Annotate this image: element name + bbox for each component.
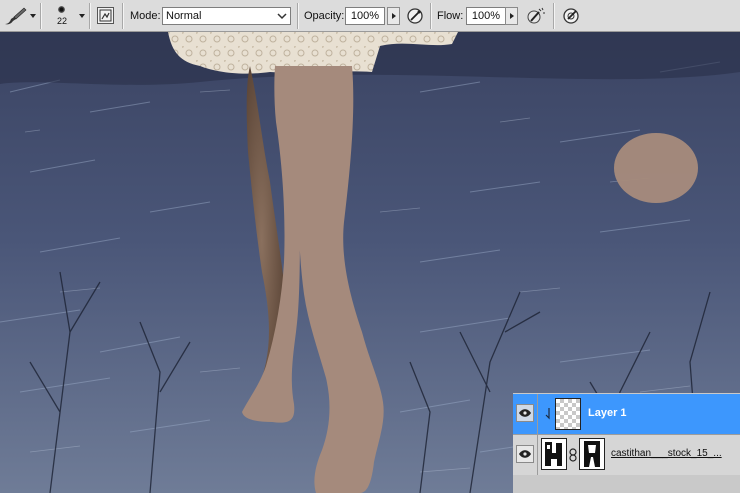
opacity-label: Opacity: — [304, 10, 345, 22]
layer-row-layer-1[interactable]: Layer 1 — [513, 394, 740, 434]
layer-mask-thumbnail[interactable] — [579, 438, 605, 470]
brush-preset-arrow-icon[interactable] — [79, 14, 85, 18]
tablet-pressure-size-icon[interactable] — [561, 6, 581, 26]
clipping-arrow-icon — [544, 406, 552, 422]
opacity-slider-arrow-icon[interactable] — [387, 7, 400, 25]
visibility-toggle[interactable] — [516, 404, 534, 422]
options-bar: 22 Mode: Normal Opacity: 100% Flow: 100% — [0, 0, 740, 32]
tool-preset-arrow-icon[interactable] — [30, 14, 36, 18]
flow-field[interactable]: 100% — [466, 7, 506, 25]
mode-label: Mode: — [130, 10, 161, 22]
mask-link-icon[interactable] — [568, 448, 578, 462]
airbrush-icon[interactable] — [526, 6, 546, 26]
layer-name[interactable]: Layer 1 — [588, 407, 627, 419]
layer-thumbnail[interactable] — [541, 438, 567, 470]
layer-thumbnail[interactable] — [555, 398, 581, 430]
mode-select[interactable]: Normal — [162, 7, 291, 25]
brush-panel-toggle-icon[interactable] — [97, 7, 114, 24]
layers-panel: Layer 1 castithan___stock_15_... — [513, 393, 740, 493]
layer-row-stock[interactable]: castithan___stock_15_... — [513, 434, 740, 475]
brush-size-value: 22 — [56, 16, 67, 26]
chevron-down-icon — [277, 13, 287, 20]
mode-value: Normal — [166, 10, 202, 22]
eye-icon — [519, 450, 531, 458]
layer-name[interactable]: castithan___stock_15_... — [611, 448, 722, 459]
brush-tip-icon — [58, 6, 65, 13]
tablet-pressure-opacity-icon[interactable] — [405, 6, 425, 26]
visibility-toggle[interactable] — [516, 445, 534, 463]
eye-icon — [519, 409, 531, 417]
brush-preset-picker[interactable]: 22 — [50, 3, 74, 29]
flow-label: Flow: — [437, 10, 464, 22]
opacity-field[interactable]: 100% — [345, 7, 385, 25]
brush-tool-icon[interactable] — [2, 5, 30, 27]
flow-slider-arrow-icon[interactable] — [505, 7, 518, 25]
